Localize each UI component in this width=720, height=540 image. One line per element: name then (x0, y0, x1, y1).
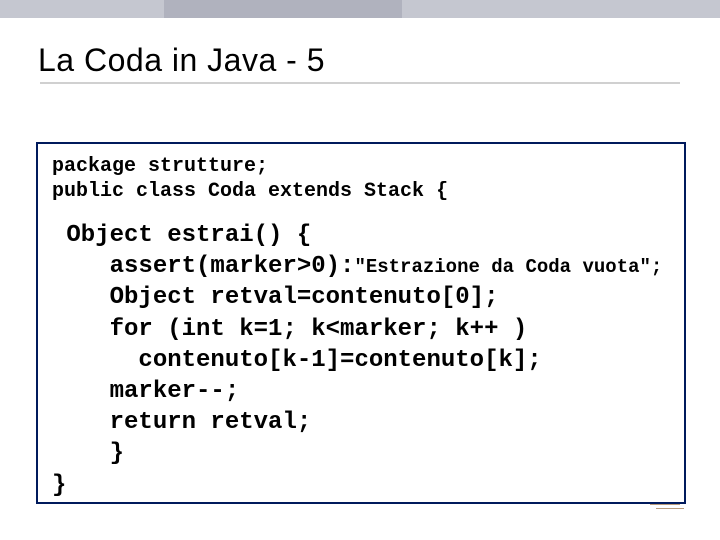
code-line-shift: contenuto[k-1]=contenuto[k]; (52, 345, 670, 376)
code-line-for: for (int k=1; k<marker; k++ ) (52, 314, 670, 345)
top-bar-accent (164, 0, 402, 18)
code-assert-message: "Estrazione da Coda vuota"; (354, 256, 662, 278)
code-line-class: public class Coda extends Stack { (52, 179, 670, 204)
code-box: package strutture; public class Coda ext… (36, 142, 686, 504)
code-assert-call: assert(marker>0): (52, 253, 354, 280)
code-line-marker: marker--; (52, 376, 670, 407)
code-line-close-method: } (52, 438, 670, 469)
code-line-assert: assert(marker>0):"Estrazione da Coda vuo… (52, 251, 670, 282)
code-line-package: package strutture; (52, 154, 670, 179)
slide-title: La Coda in Java - 5 (38, 42, 720, 79)
code-line-return: return retval; (52, 407, 670, 438)
code-line-retval: Object retval=contenuto[0]; (52, 282, 670, 313)
code-line-close-class: } (52, 470, 670, 501)
title-underline (0, 82, 720, 84)
corner-decoration (650, 496, 690, 516)
code-line-method: Object estrai() { (52, 220, 670, 251)
slide-top-bar (0, 0, 720, 18)
